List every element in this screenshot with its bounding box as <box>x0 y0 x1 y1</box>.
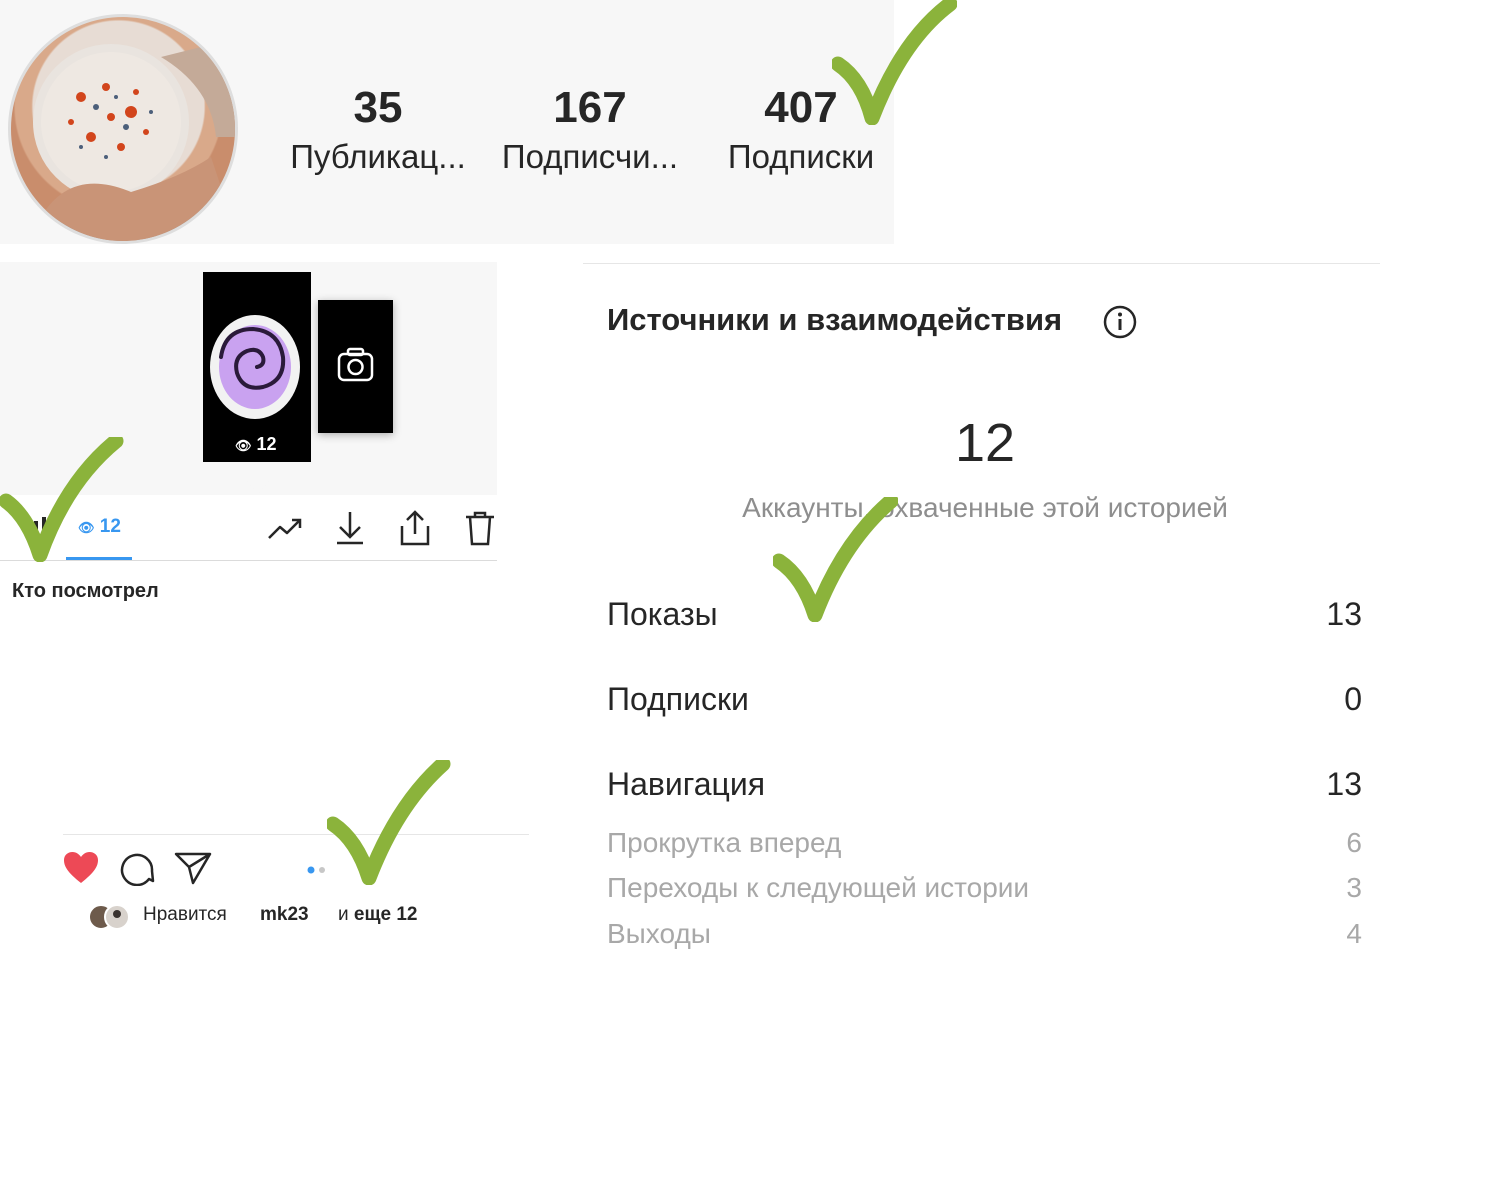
camera-icon <box>337 347 374 382</box>
stat-posts-label: Публикац... <box>290 138 466 175</box>
thumbnail-pointer <box>246 480 270 494</box>
likes-and: и <box>338 904 349 925</box>
checkmark-icon <box>327 760 451 885</box>
checkmark-icon <box>773 497 898 622</box>
info-icon[interactable] <box>1103 305 1137 339</box>
metric-value: 13 <box>1326 766 1362 802</box>
nav-detail-next-story: Переходы к следующей истории 3 <box>607 872 1362 904</box>
stat-followers-label: Подписчи... <box>501 138 679 175</box>
likes-more[interactable]: и еще 12 <box>338 904 417 926</box>
stat-followers-value: 167 <box>553 83 627 132</box>
metric-label: Навигация <box>607 766 766 802</box>
trending-icon[interactable] <box>266 508 304 548</box>
avatar-image <box>33 38 235 241</box>
nav-detail-exits: Выходы 4 <box>607 918 1362 950</box>
share-icon[interactable] <box>396 508 434 548</box>
reach-value: 12 <box>954 413 1016 473</box>
nav-detail-value: 4 <box>1346 918 1362 949</box>
story-thumbnail-active[interactable]: 👁 12 <box>203 272 311 462</box>
nav-detail-label: Переходы к следующей истории <box>607 872 1030 903</box>
checkmark-icon <box>832 0 957 125</box>
download-icon[interactable] <box>331 508 369 548</box>
metric-label: Подписки <box>607 681 749 717</box>
nav-detail-value: 3 <box>1346 872 1362 903</box>
metric-value: 0 <box>1344 681 1362 717</box>
trash-icon[interactable] <box>461 508 499 548</box>
metric-row-impressions: Показы 13 <box>607 596 1362 633</box>
stat-followers[interactable]: 167 Подписчи... <box>495 82 685 180</box>
insights-divider <box>583 263 1380 264</box>
nav-detail-label: Прокрутка вперед <box>607 827 842 858</box>
story-thumbnail-views: 👁 12 <box>235 434 277 455</box>
likes-avatars[interactable] <box>88 902 132 932</box>
likes-username[interactable]: mk23 <box>260 904 309 926</box>
story-thumbnail-add[interactable] <box>318 300 393 433</box>
insights-title: Источники и взаимодействия <box>607 302 1063 337</box>
comment-icon[interactable] <box>118 850 156 887</box>
metric-label: Показы <box>607 596 718 632</box>
stat-posts-value: 35 <box>353 83 403 132</box>
story-thumbnail-views-count: 12 <box>256 434 277 454</box>
send-icon[interactable] <box>173 850 213 886</box>
post-divider <box>63 834 529 835</box>
metric-row-navigation: Навигация 13 <box>607 766 1362 803</box>
nav-detail-value: 6 <box>1346 827 1362 858</box>
stat-following-label: Подписки <box>727 138 875 175</box>
nav-detail-label: Выходы <box>607 918 711 949</box>
checkmark-icon <box>0 437 124 562</box>
metric-row-follows: Подписки 0 <box>607 681 1362 718</box>
heart-icon[interactable] <box>62 850 100 886</box>
likes-label: Нравится <box>143 904 227 925</box>
metric-value: 13 <box>1326 596 1362 632</box>
likes-more-count: еще 12 <box>353 904 418 925</box>
eye-icon: 👁 <box>235 438 252 453</box>
viewers-heading: Кто посмотрел <box>12 580 159 602</box>
stat-posts[interactable]: 35 Публикац... <box>283 82 473 180</box>
nav-detail-forward: Прокрутка вперед 6 <box>607 827 1362 859</box>
profile-avatar[interactable] <box>8 14 238 244</box>
